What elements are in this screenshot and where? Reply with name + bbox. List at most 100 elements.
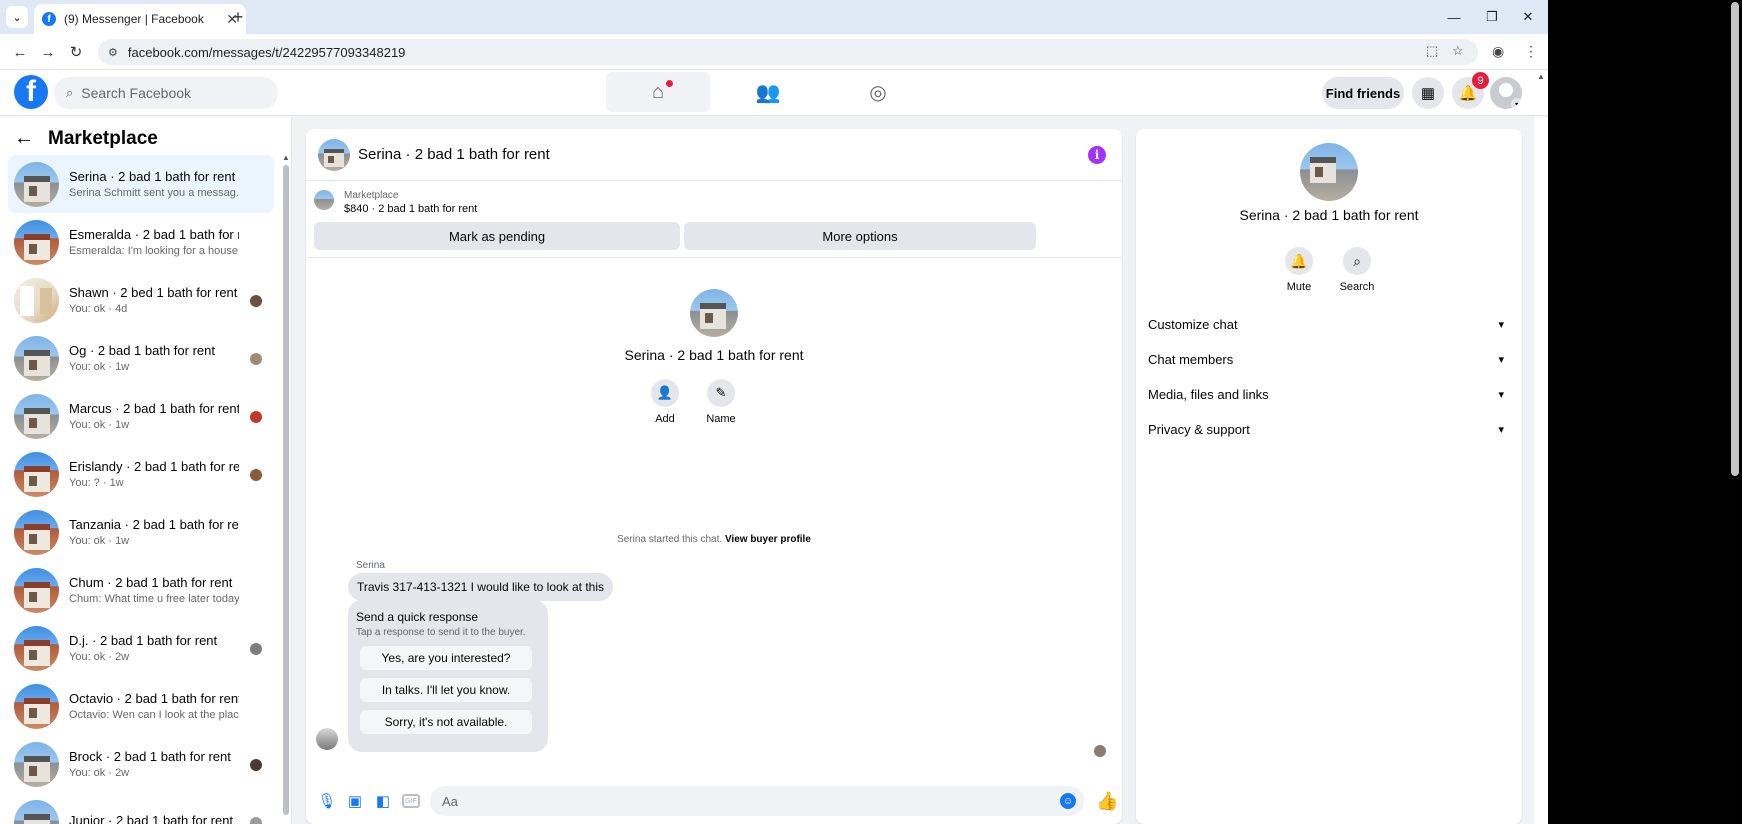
gif-icon[interactable]: GIF [402,794,420,808]
more-options-button[interactable]: More options [684,222,1036,250]
back-arrow-icon[interactable]: ← [14,127,34,150]
conversation-item[interactable]: Tanzania · 2 bad 1 bath for rent You: ok … [8,503,274,561]
search-label: Search [1339,281,1375,293]
scroll-up-icon[interactable]: ▲ [282,153,290,162]
mute-button[interactable]: 🔔 Mute [1274,247,1324,293]
sender-avatar[interactable] [316,728,338,750]
add-person-icon: 👤 [651,379,679,407]
marketplace-listing-bar: Marketplace $840 · 2 bad 1 bath for rent… [306,182,1122,258]
sidebar-scrollbar[interactable]: ▲ [282,153,290,815]
chat-thumbnail[interactable] [318,138,350,171]
groups-tab[interactable]: ◎ [826,72,930,112]
details-thumbnail[interactable] [1300,143,1358,201]
listing-price[interactable]: $840 · 2 bad 1 bath for rent [344,203,477,215]
conversation-name: D.j. · 2 bad 1 bath for rent [69,633,218,648]
view-buyer-profile-link[interactable]: View buyer profile [725,534,811,545]
search-conversation-button[interactable]: ⌕ Search [1332,247,1382,293]
conversation-item[interactable]: Og · 2 bad 1 bath for rent You: ok · 1w [8,329,274,387]
scrollbar-thumb[interactable] [283,165,289,815]
browser-tab[interactable]: f (9) Messenger | Facebook ✕ [34,4,246,34]
menu-grid-button[interactable]: ▦ [1412,77,1444,109]
conversation-item[interactable]: D.j. · 2 bad 1 bath for rent You: ok · 2w [8,619,274,677]
listing-thumbnail [14,219,59,265]
message-composer: 🎙 ▣ ◧ GIF Aa ☺ 👍 [306,781,1122,821]
conversation-snippet: You: ok · 1w [69,361,130,373]
bookmark-star-icon[interactable]: ☆ [1452,43,1464,59]
conversation-item[interactable]: Junior · 2 bad 1 bath for rent [8,793,274,824]
conversation-snippet: You: ? · 1w [69,477,124,489]
facebook-logo-icon[interactable]: f [14,75,48,109]
seen-avatar [250,469,262,481]
conversation-item[interactable]: Serina · 2 bad 1 bath for rent Serina Sch… [8,155,274,213]
find-friends-button[interactable]: Find friends [1322,77,1404,109]
profile-icon[interactable]: ◉ [1492,43,1504,60]
section-label: Customize chat [1148,316,1238,332]
outer-scrollbar[interactable] [1728,0,1742,824]
close-window-button[interactable]: ✕ [1508,0,1548,34]
listing-mini-thumbnail[interactable] [314,190,334,210]
message-bubble[interactable]: Travis 317-413-1321 I would like to look… [348,573,614,601]
new-tab-button[interactable]: + [226,6,250,28]
conversation-item[interactable]: Erislandy · 2 bad 1 bath for rent You: ? … [8,445,274,503]
bell-icon: 🔔 [1285,247,1313,275]
account-avatar[interactable]: ▾ [1490,77,1522,109]
quick-reply-button[interactable]: Yes, are you interested? [360,646,532,670]
sidebar-title: Marketplace [48,127,158,149]
seen-avatar [250,353,262,365]
message-input[interactable]: Aa ☺ [430,786,1084,816]
listing-thumbnail [14,741,59,787]
privacy-support-section[interactable]: Privacy & support ▾ [1148,414,1510,444]
quick-reply-button[interactable]: In talks. I'll let you know. [360,678,532,702]
conversation-item[interactable]: Marcus · 2 bad 1 bath for rent You: ok · … [8,387,274,445]
search-placeholder: Search Facebook [81,85,192,101]
sticker-icon[interactable]: ◧ [374,792,392,810]
conversation-snippet: You: ok · 4d [69,303,128,315]
home-tab[interactable]: ⌂ [606,72,710,112]
customize-chat-section[interactable]: Customize chat ▾ [1148,309,1510,339]
url-bar[interactable]: ⚙ facebook.com/messages/t/24229577093348… [98,39,1478,65]
tab-search-button[interactable]: ⌄ [6,6,28,28]
chat-started-notice: Serina started this chat. View buyer pro… [306,534,1122,545]
seen-avatar [250,759,262,771]
media-files-section[interactable]: Media, files and links ▾ [1148,379,1510,409]
back-button[interactable]: ← [10,42,30,62]
conversation-item[interactable]: Shawn · 2 bed 1 bath for rent You: ok · 4… [8,271,274,329]
conversation-item[interactable]: Octavio · 2 bad 1 bath for rent Octavio: … [8,677,274,735]
facebook-header: f ⌕ Search Facebook ⌂ 👥 ◎ Find friends ▦… [0,70,1548,116]
browser-menu-icon[interactable]: ⋮ [1524,43,1538,60]
chat-title[interactable]: Serina · 2 bad 1 bath for rent [358,146,550,163]
notifications-button[interactable]: 🔔 9 [1452,72,1489,109]
conversation-item[interactable]: Esmeralda · 2 bad 1 bath for rent Esmeral… [8,213,274,271]
microphone-icon[interactable]: 🎙 [317,792,336,810]
message-thread: Serina · 2 bad 1 bath for rent 👤 Add ✎ N… [306,259,1122,779]
info-icon[interactable]: i [1088,146,1106,164]
conversation-item[interactable]: Brock · 2 bad 1 bath for rent You: ok · 2… [8,735,274,793]
minimize-button[interactable]: — [1434,0,1474,34]
outer-scrollbar-thumb[interactable] [1731,2,1739,476]
facebook-search-input[interactable]: ⌕ Search Facebook [54,77,278,109]
chat-members-section[interactable]: Chat members ▾ [1148,344,1510,374]
add-people-button[interactable]: 👤 Add [640,379,690,425]
conversation-name: Marcus · 2 bad 1 bath for rent [69,401,239,416]
mark-pending-button[interactable]: Mark as pending [314,222,680,250]
forward-button[interactable]: → [38,42,58,62]
rename-button[interactable]: ✎ Name [696,379,746,425]
photo-icon[interactable]: ▣ [346,792,364,810]
reload-button[interactable]: ↻ [66,42,86,62]
site-info-icon[interactable]: ⚙ [108,46,118,59]
emoji-icon[interactable]: ☺ [1060,793,1076,809]
page-scrollbar[interactable]: ▲ [1534,70,1548,824]
scroll-up-icon[interactable]: ▲ [1537,72,1545,81]
section-label: Media, files and links [1148,386,1269,402]
conversation-item[interactable]: Chum · 2 bad 1 bath for rent Chum: What t… [8,561,274,619]
facebook-favicon-icon: f [42,12,56,26]
thumbs-up-icon[interactable]: 👍 [1096,791,1118,812]
seen-avatar [250,295,262,307]
friends-tab[interactable]: 👥 [716,72,820,112]
quick-reply-button[interactable]: Sorry, it's not available. [360,710,532,734]
install-app-icon[interactable]: ⬚ [1426,43,1438,59]
chevron-down-icon: ▾ [1511,98,1522,109]
listing-thumbnail [14,683,59,729]
restore-button[interactable]: ❐ [1472,0,1512,34]
conversation-name: Serina · 2 bad 1 bath for rent [69,169,236,184]
